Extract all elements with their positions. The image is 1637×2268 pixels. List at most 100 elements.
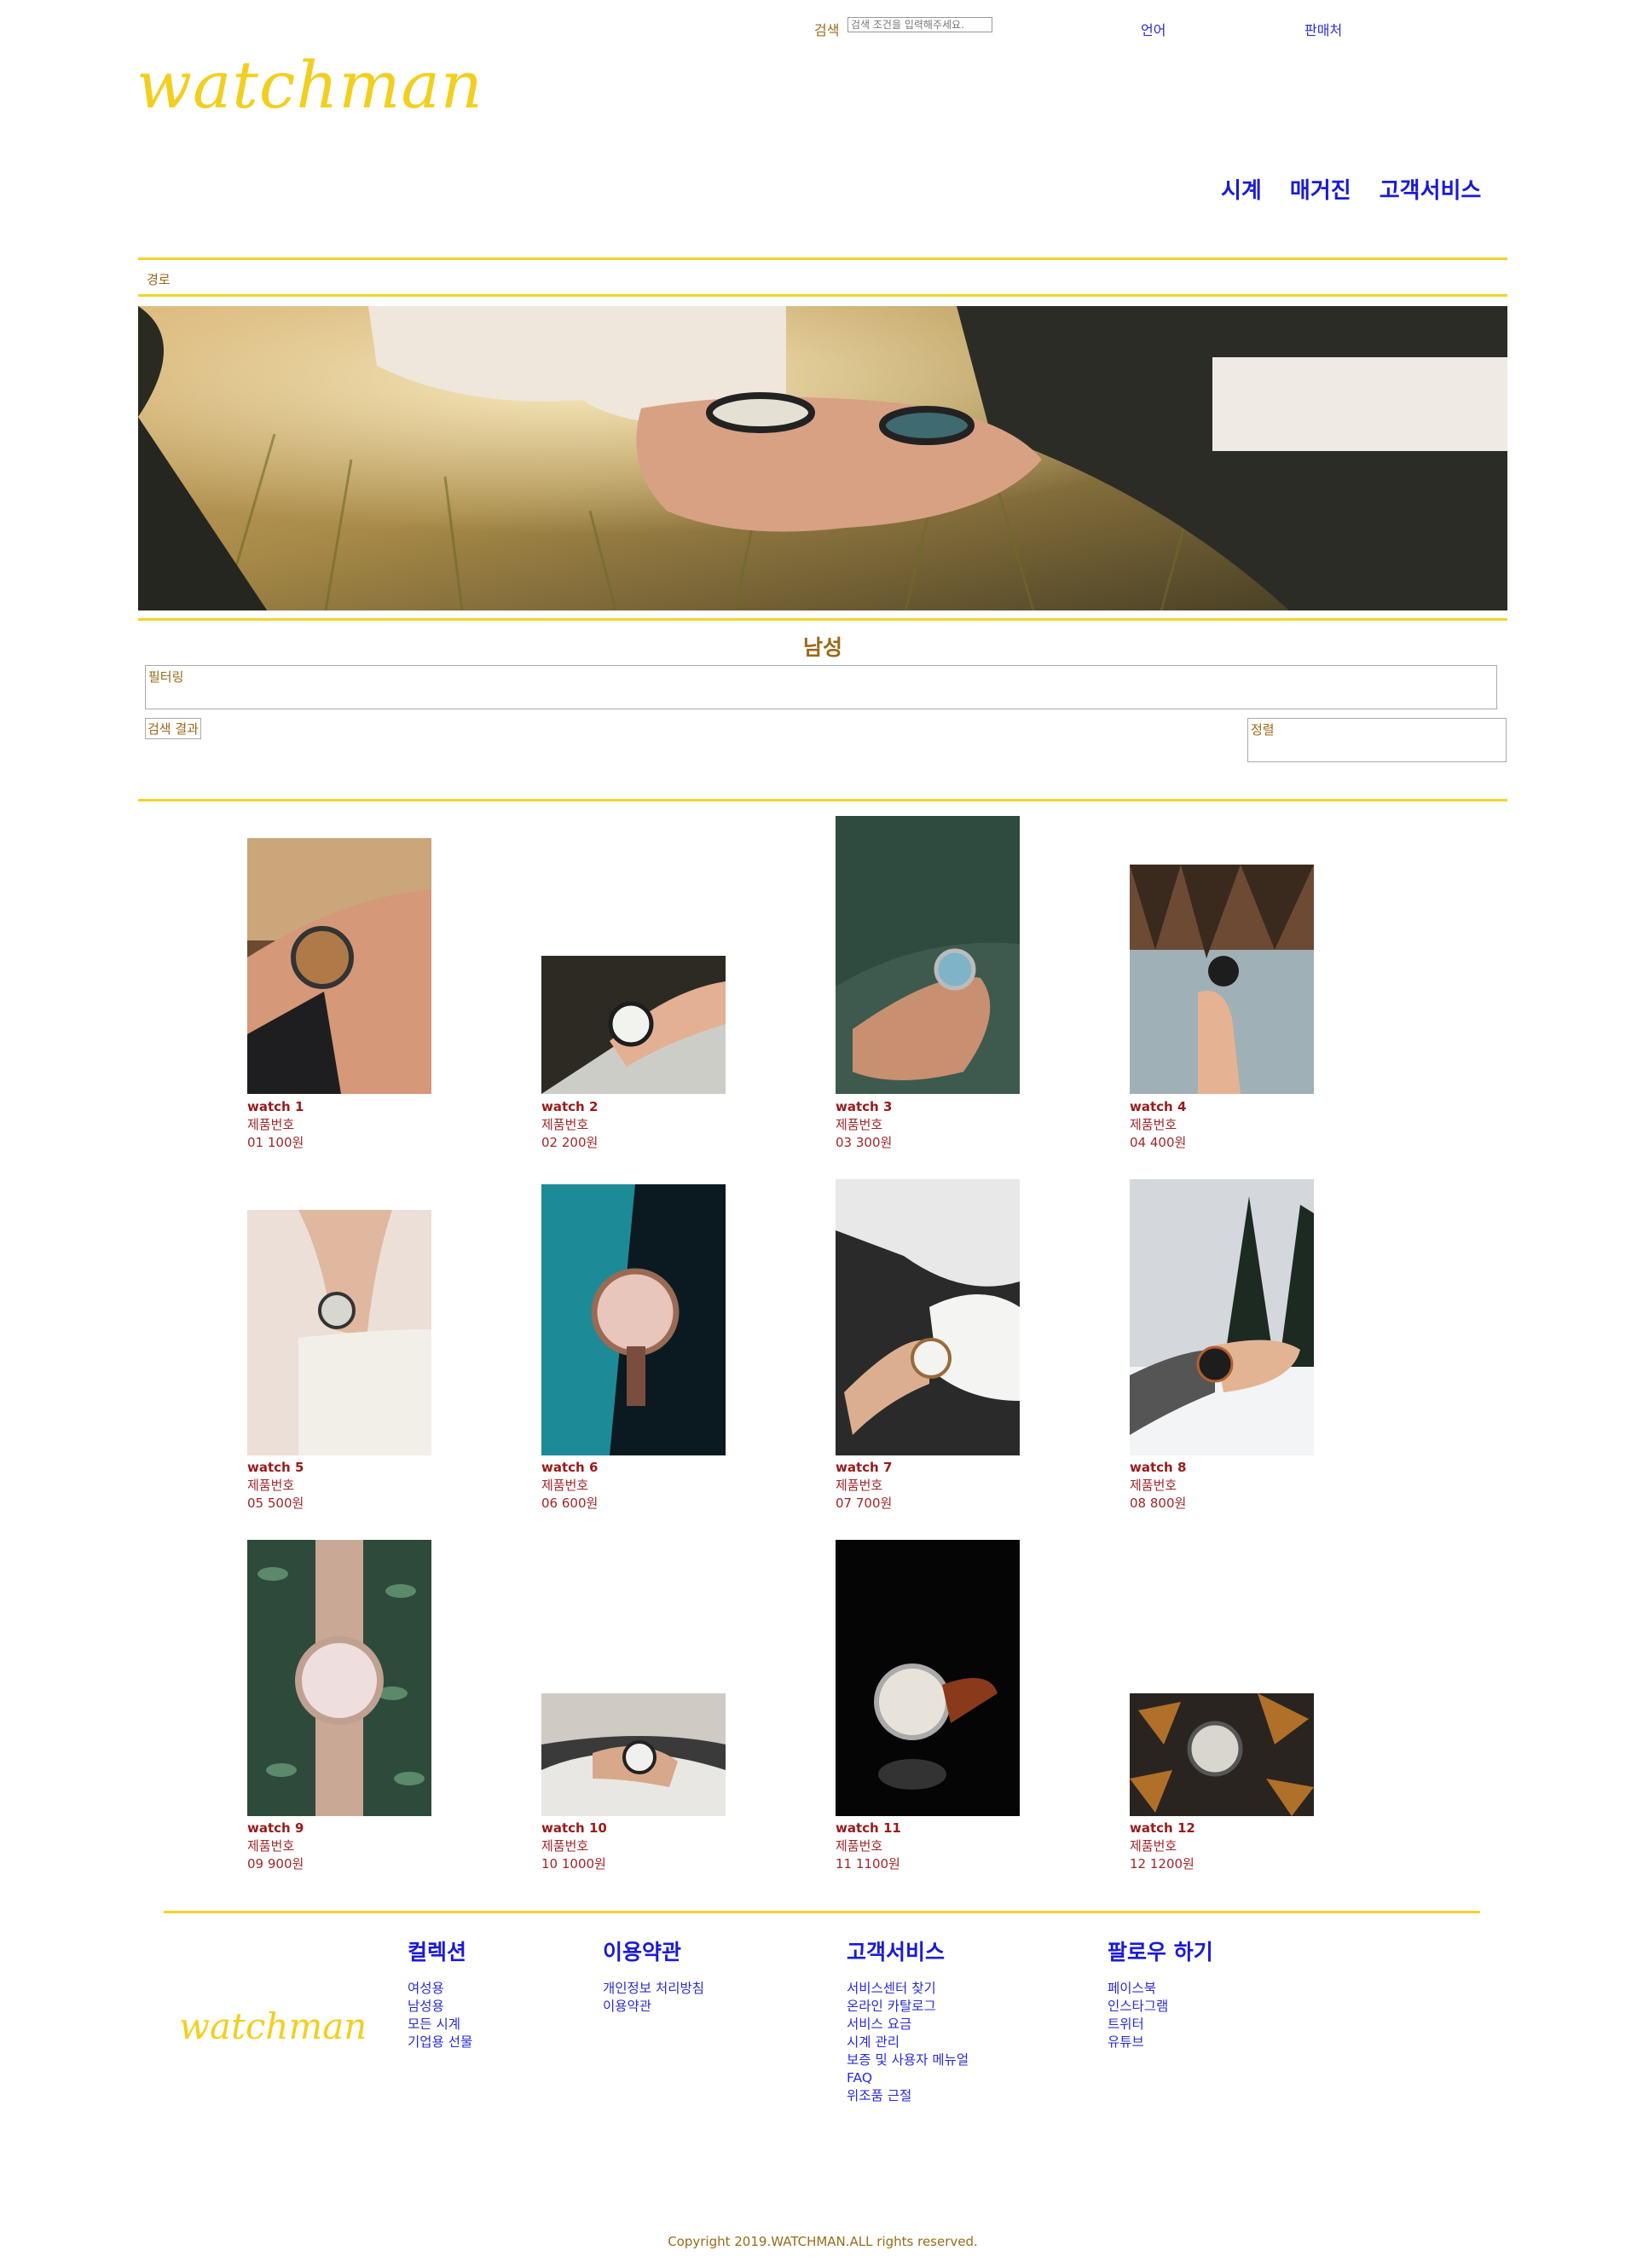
product-image[interactable]	[247, 1540, 431, 1816]
footer-link[interactable]: 서비스 요금	[847, 2016, 969, 2034]
product-code-label: 제품번호	[247, 1117, 295, 1132]
product-name[interactable]: watch 8	[1130, 1459, 1186, 1477]
product-name[interactable]: watch 4	[1130, 1098, 1186, 1116]
product-info: watch 6 제품번호 06 600원	[541, 1459, 598, 1513]
main-nav: 시계 매거진 고객서비스	[1221, 173, 1501, 205]
product-price: 01 100원	[247, 1135, 304, 1150]
product-name[interactable]: watch 7	[836, 1459, 892, 1477]
search-input[interactable]	[847, 17, 992, 32]
footer-column-follow: 팔로우 하기 페이스북 인스타그램 트위터 유튜브	[1108, 1935, 1213, 2051]
footer-link[interactable]: 보증 및 사용자 메뉴얼	[847, 2051, 969, 2069]
footer-logo[interactable]: watchman	[179, 2005, 367, 2047]
product-image[interactable]	[1130, 865, 1314, 1094]
product-code-label: 제품번호	[541, 1117, 589, 1132]
language-link[interactable]: 언어	[1141, 19, 1166, 39]
product-price: 12 1200원	[1130, 1856, 1194, 1872]
footer-link[interactable]: 페이스북	[1108, 1980, 1213, 1998]
product-image[interactable]	[836, 816, 1020, 1094]
footer-column-title: 이용약관	[603, 1940, 682, 1964]
divider	[164, 1911, 1480, 1913]
product-info: watch 1 제품번호 01 100원	[247, 1098, 304, 1152]
footer-link[interactable]: 이용약관	[603, 1998, 704, 2016]
product-info: watch 4 제품번호 04 400원	[1130, 1098, 1186, 1152]
breadcrumb: 경로	[147, 272, 171, 287]
product-image[interactable]	[247, 838, 431, 1094]
footer-link[interactable]: 여성용	[408, 1980, 472, 1998]
product-image[interactable]	[541, 1184, 726, 1455]
product-info: watch 7 제품번호 07 700원	[836, 1459, 892, 1513]
product-code-label: 제품번호	[836, 1478, 883, 1493]
product-price: 08 800원	[1130, 1496, 1187, 1511]
footer-link[interactable]: 개인정보 처리방침	[603, 1980, 704, 1998]
product-info: watch 12 제품번호 12 1200원	[1130, 1820, 1195, 1873]
product-image[interactable]	[541, 1693, 726, 1816]
divider	[138, 257, 1507, 260]
product-code-label: 제품번호	[1130, 1478, 1177, 1493]
product-name[interactable]: watch 3	[836, 1098, 892, 1116]
footer-column-customer-service: 고객서비스 서비스센터 찾기 온라인 카탈로그 서비스 요금 시계 관리 보증 …	[847, 1935, 969, 2105]
footer-link[interactable]: 시계 관리	[847, 2034, 969, 2051]
product-code-label: 제품번호	[836, 1838, 883, 1854]
site-logo[interactable]: watchman	[136, 53, 483, 118]
hero-banner-image	[138, 306, 1507, 610]
product-code-label: 제품번호	[247, 1478, 295, 1493]
product-code-label: 제품번호	[541, 1478, 589, 1493]
product-image[interactable]	[1130, 1179, 1314, 1455]
product-info: watch 9 제품번호 09 900원	[247, 1820, 304, 1873]
product-image[interactable]	[836, 1179, 1020, 1455]
product-name[interactable]: watch 11	[836, 1820, 901, 1837]
copyright-text: Copyright 2019.WATCHMAN.ALL rights reser…	[668, 2234, 978, 2249]
product-name[interactable]: watch 2	[541, 1098, 598, 1116]
footer-link[interactable]: 기업용 선물	[408, 2034, 472, 2051]
page-title: 남성	[802, 635, 842, 660]
product-image[interactable]	[247, 1210, 431, 1455]
product-code-label: 제품번호	[247, 1838, 295, 1854]
product-price: 11 1100원	[836, 1856, 900, 1872]
product-code-label: 제품번호	[541, 1838, 589, 1854]
product-info: watch 10 제품번호 10 1000원	[541, 1820, 607, 1873]
product-info: watch 2 제품번호 02 200원	[541, 1098, 598, 1152]
product-image[interactable]	[1130, 1693, 1314, 1816]
sort-dropdown[interactable]: 정렬	[1247, 718, 1507, 762]
product-name[interactable]: watch 5	[247, 1459, 304, 1477]
product-price: 02 200원	[541, 1135, 599, 1150]
product-price: 09 900원	[247, 1856, 304, 1872]
footer-link[interactable]: 모든 시계	[408, 2016, 472, 2034]
footer-column-collection: 컬렉션 여성용 남성용 모든 시계 기업용 선물	[408, 1935, 472, 2051]
product-code-label: 제품번호	[1130, 1838, 1177, 1854]
store-link[interactable]: 판매처	[1304, 19, 1342, 39]
footer-link[interactable]: 남성용	[408, 1998, 472, 2016]
product-name[interactable]: watch 10	[541, 1820, 607, 1837]
product-name[interactable]: watch 12	[1130, 1820, 1195, 1837]
nav-item-magazine[interactable]: 매거진	[1290, 178, 1351, 204]
footer-column-terms: 이용약관 개인정보 처리방침 이용약관	[603, 1935, 704, 2016]
product-price: 07 700원	[836, 1496, 893, 1511]
product-image[interactable]	[836, 1540, 1020, 1816]
product-price: 04 400원	[1130, 1135, 1187, 1150]
product-price: 06 600원	[541, 1496, 599, 1511]
product-code-label: 제품번호	[836, 1117, 883, 1132]
product-code-label: 제품번호	[1130, 1117, 1177, 1132]
product-name[interactable]: watch 1	[247, 1098, 304, 1116]
product-price: 10 1000원	[541, 1856, 606, 1872]
sort-label: 정렬	[1251, 722, 1275, 738]
nav-item-customer-service[interactable]: 고객서비스	[1380, 178, 1482, 204]
footer-link[interactable]: 유튜브	[1108, 2034, 1213, 2051]
footer-link[interactable]: 인스타그램	[1108, 1998, 1213, 2016]
product-info: watch 3 제품번호 03 300원	[836, 1098, 892, 1152]
search-result-label: 검색 결과	[145, 718, 201, 739]
product-info: watch 8 제품번호 08 800원	[1130, 1459, 1186, 1513]
footer-link[interactable]: 온라인 카탈로그	[847, 1998, 969, 2016]
footer-link[interactable]: 트위터	[1108, 2016, 1213, 2034]
product-price: 03 300원	[836, 1135, 893, 1150]
product-name[interactable]: watch 9	[247, 1820, 304, 1837]
nav-item-watches[interactable]: 시계	[1221, 178, 1262, 204]
product-name[interactable]: watch 6	[541, 1459, 598, 1477]
filter-panel[interactable]: 필터링	[145, 665, 1497, 709]
footer-link[interactable]: 위조품 근절	[847, 2087, 969, 2105]
footer-link[interactable]: FAQ	[847, 2069, 969, 2087]
footer-link[interactable]: 서비스센터 찾기	[847, 1980, 969, 1998]
product-image[interactable]	[541, 956, 726, 1094]
footer-column-title: 고객서비스	[847, 1940, 946, 1964]
product-price: 05 500원	[247, 1496, 304, 1511]
